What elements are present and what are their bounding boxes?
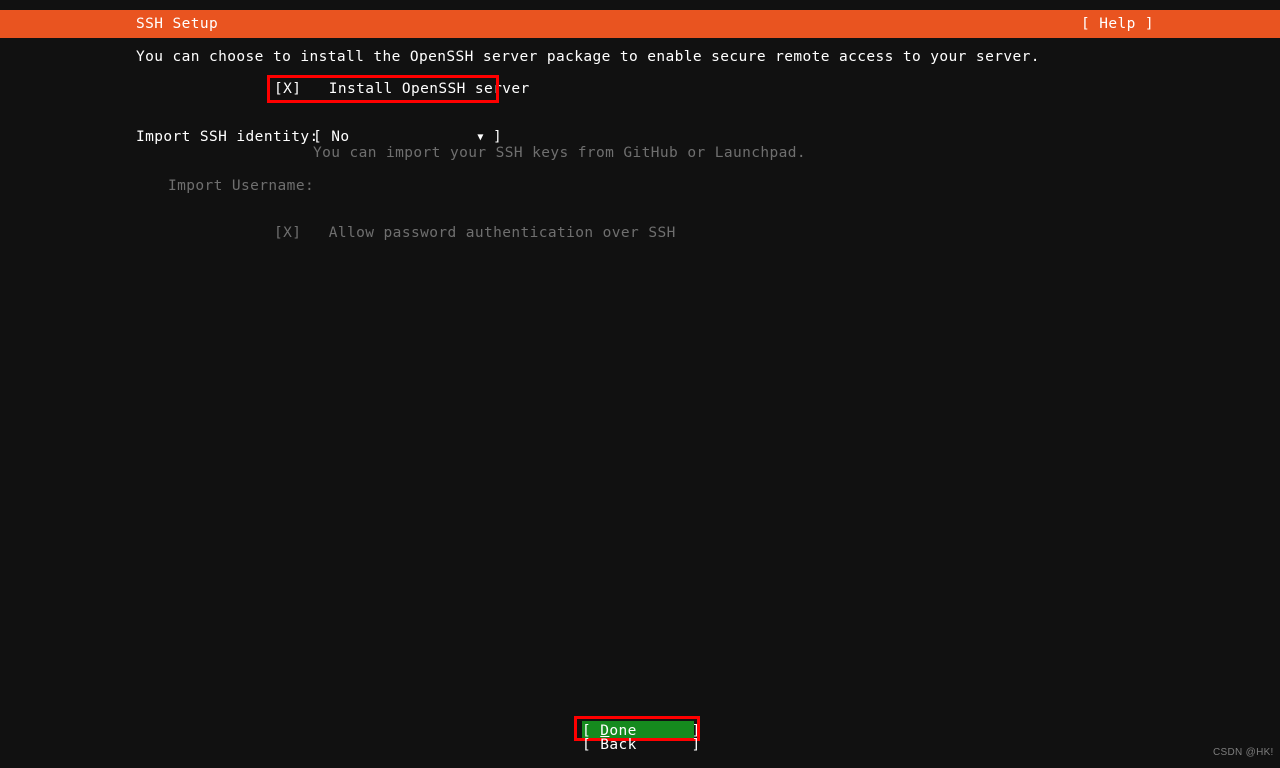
watermark: CSDN @HK!	[1213, 747, 1274, 758]
help-button[interactable]: [ Help ]	[1081, 17, 1154, 32]
dropdown-spacer-left	[322, 129, 331, 145]
installer-screen: SSH Setup [ Help ] You can choose to ins…	[0, 0, 1280, 768]
allow-password-auth-checkbox[interactable]: [X] Allow password authentication over S…	[274, 226, 676, 241]
intro-text: You can choose to install the OpenSSH se…	[136, 49, 1040, 65]
back-button[interactable]: [ Back ]	[582, 738, 701, 753]
import-ssh-identity-help-text: You can import your SSH keys from GitHub…	[313, 145, 807, 161]
import-username-label: Import Username:	[168, 178, 315, 194]
install-openssh-checkbox[interactable]: [X] Install OpenSSH server	[274, 82, 530, 97]
dropdown-spacer-right	[484, 129, 493, 145]
dropdown-open-bracket: [	[313, 129, 323, 145]
import-ssh-identity-dropdown[interactable]: [ No ▼ ]	[313, 130, 502, 145]
dropdown-spacer-mid	[350, 129, 478, 145]
import-ssh-identity-label: Import SSH identity:	[136, 129, 319, 145]
dropdown-close-bracket: ]	[492, 129, 503, 145]
dropdown-value: No	[331, 129, 350, 145]
page-title: SSH Setup	[136, 16, 219, 32]
